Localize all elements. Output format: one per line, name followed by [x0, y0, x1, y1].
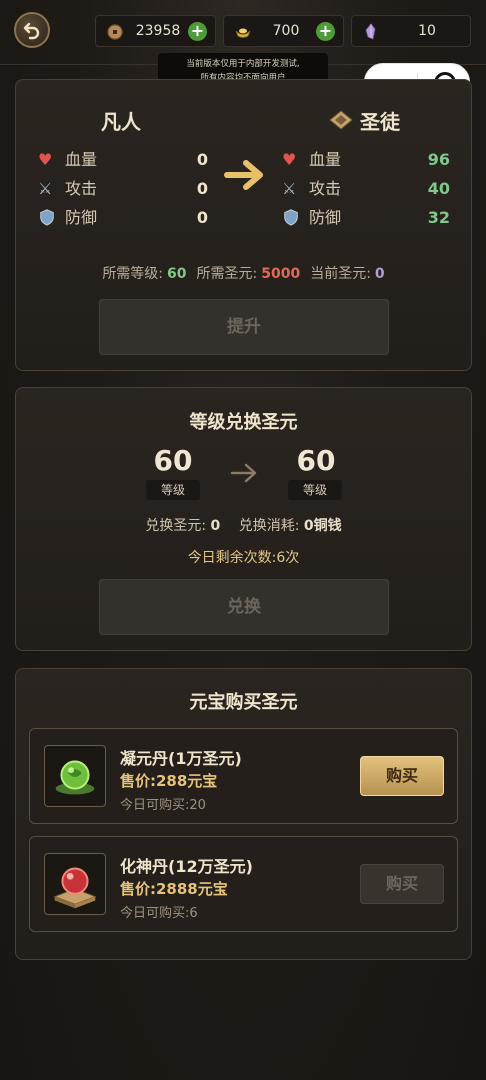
add-copper-button[interactable]: +	[188, 22, 207, 41]
crystal-icon	[365, 23, 376, 40]
to-level-value: 60	[296, 444, 336, 477]
req-level-value: 60	[167, 266, 187, 282]
shield-icon	[282, 208, 302, 228]
item-limit: 今日可购买:20	[120, 798, 206, 813]
gold-ingot-icon	[235, 28, 251, 38]
next-hp-stat: ♥ 血量 96	[282, 150, 450, 170]
requirements-row: 所需等级: 60 所需圣元: 5000 当前圣元: 0	[16, 263, 471, 283]
ingot-shop-panel: 元宝购买圣元 凝元丹(1万圣元) 售价:288元宝 今日可购买:20 购买 化神	[15, 668, 472, 960]
stat-value: 32	[427, 208, 450, 227]
from-level-value: 60	[153, 444, 193, 477]
stat-label: 防御	[65, 208, 98, 227]
to-level-tag: 等级	[288, 480, 342, 500]
shop-item: 化神丹(12万圣元) 售价:2888元宝 今日可购买:6 购买	[29, 836, 458, 932]
item-limit: 今日可购买:6	[120, 906, 198, 921]
cost-label: 兑换消耗:	[238, 518, 300, 534]
cost-value: 0铜钱	[303, 518, 342, 534]
exchange-info-row: 兑换圣元: 0 兑换消耗: 0铜钱	[16, 515, 471, 535]
exchange-title: 等级兑换圣元	[189, 412, 298, 433]
level-exchange-panel: 等级兑换圣元 60 等级 60 等级 兑换圣元: 0 兑换消耗: 0铜钱 今日剩…	[15, 387, 472, 651]
remaining-count: 今日剩余次数:6次	[187, 550, 300, 566]
stat-label: 血量	[309, 150, 342, 169]
exchange-button[interactable]: 兑换	[99, 579, 389, 635]
dev-notice-line1: 当前版本仅用于内部开发测试,	[186, 59, 300, 69]
item-name: 化神丹(12万圣元)	[120, 857, 253, 876]
back-button[interactable]	[14, 12, 50, 48]
shop-title: 元宝购买圣元	[189, 692, 298, 713]
copper-resource: 23958 +	[95, 15, 216, 47]
current-hp-stat: ♥ 血量 0	[38, 150, 208, 170]
buy-button-disabled[interactable]: 购买	[360, 864, 444, 904]
essence-value: 0	[210, 518, 221, 534]
item-name: 凝元丹(1万圣元)	[120, 749, 242, 768]
jade-pill-icon	[44, 745, 106, 807]
crossed-swords-icon: ⚔	[38, 179, 53, 198]
promote-button[interactable]: 提升	[99, 299, 389, 355]
stat-label: 防御	[309, 208, 342, 227]
cur-essence-value: 0	[374, 266, 385, 282]
current-attack-stat: ⚔ 攻击 0	[38, 179, 208, 199]
add-gold-button[interactable]: +	[316, 22, 335, 41]
item-price: 售价:2888元宝	[120, 880, 228, 898]
item-price: 售价:288元宝	[120, 772, 218, 790]
shield-icon	[38, 208, 58, 228]
essence-label: 兑换圣元:	[145, 518, 207, 534]
promotion-panel: 凡人 圣徒 ♥ 血量 0 ⚔ 攻击 0 防御 0 ♥ 血量 96 ⚔ 攻击 40	[15, 79, 472, 371]
crossed-swords-icon: ⚔	[282, 179, 297, 198]
crystal-resource: 10	[351, 15, 471, 47]
req-level-label: 所需等级:	[102, 266, 164, 282]
stat-value: 0	[196, 179, 208, 198]
copper-amount: 23958	[135, 23, 181, 39]
heart-icon: ♥	[38, 150, 53, 169]
exchange-arrow-icon	[230, 463, 257, 483]
stat-value: 96	[427, 150, 450, 169]
gold-resource: 700 +	[223, 15, 344, 47]
next-rank-title: 圣徒	[360, 110, 400, 134]
req-essence-value: 5000	[261, 266, 301, 282]
heart-icon: ♥	[282, 150, 297, 169]
stat-label: 攻击	[65, 179, 98, 198]
current-rank-title: 凡人	[101, 110, 141, 134]
next-defense-stat: 防御 32	[282, 208, 450, 228]
stat-value: 0	[196, 150, 208, 169]
next-attack-stat: ⚔ 攻击 40	[282, 179, 450, 199]
upgrade-arrow-icon	[224, 160, 263, 190]
stat-value: 0	[196, 208, 208, 227]
stat-label: 血量	[65, 150, 98, 169]
req-essence-label: 所需圣元:	[196, 266, 258, 282]
stat-value: 40	[427, 179, 450, 198]
red-pill-icon	[44, 853, 106, 915]
from-level-tag: 等级	[146, 480, 200, 500]
crystal-amount: 10	[418, 23, 436, 39]
gold-amount: 700	[272, 23, 300, 39]
shop-item: 凝元丹(1万圣元) 售价:288元宝 今日可购买:20 购买	[29, 728, 458, 824]
buy-button[interactable]: 购买	[360, 756, 444, 796]
rank-emblem-icon	[329, 110, 353, 130]
stat-label: 攻击	[309, 179, 342, 198]
copper-coin-icon	[107, 24, 123, 40]
cur-essence-label: 当前圣元:	[310, 266, 371, 282]
current-defense-stat: 防御 0	[38, 208, 208, 228]
back-arrow-icon	[23, 22, 40, 40]
